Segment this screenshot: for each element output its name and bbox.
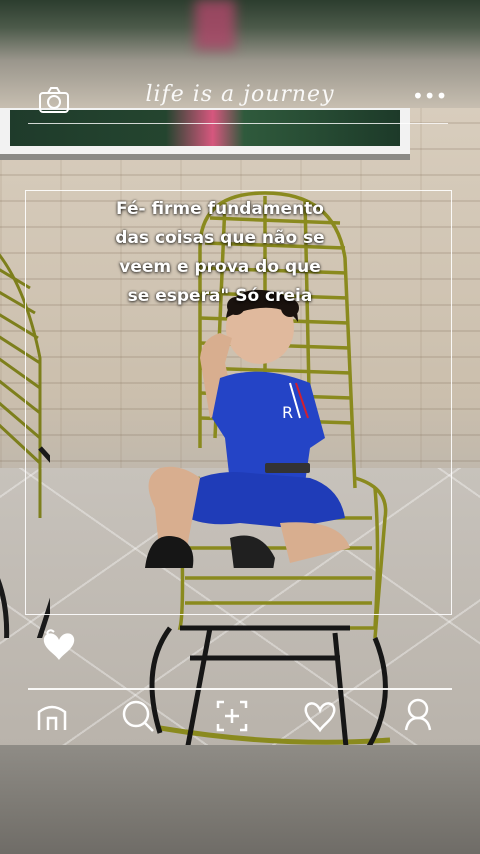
caption-line: veem e prova do que	[119, 257, 321, 277]
profile-icon	[404, 698, 432, 731]
nav-add-post[interactable]	[214, 696, 250, 736]
top-divider	[28, 123, 448, 124]
caption-line: Fé- firme fundamento	[116, 199, 324, 219]
camera-icon	[39, 87, 69, 113]
caption-line: das coisas que não se	[115, 228, 325, 248]
screen: R life is a journey ••• Fé- firme fundam…	[0, 0, 480, 854]
nav-search[interactable]	[120, 696, 156, 736]
more-dots-icon: •••	[412, 84, 448, 108]
nav-profile[interactable]	[400, 696, 436, 736]
nav-home[interactable]	[34, 696, 70, 736]
nav-activity[interactable]	[302, 696, 338, 736]
camera-button[interactable]	[38, 86, 70, 114]
bottom-divider	[28, 688, 452, 690]
top-bar: life is a journey •••	[0, 80, 480, 124]
home-icon	[37, 705, 67, 730]
post-caption: Fé- firme fundamento das coisas que não …	[100, 195, 340, 311]
add-post-icon	[216, 700, 248, 732]
heart-icon	[304, 702, 336, 733]
caption-line: se espera" Só creia	[127, 286, 313, 306]
bottom-navigation	[0, 696, 480, 740]
like-button[interactable]	[40, 626, 78, 666]
heart-icon	[43, 629, 75, 660]
app-title: life is a journey	[145, 82, 335, 107]
more-options-button[interactable]: •••	[412, 86, 447, 110]
blurred-shape	[195, 0, 235, 50]
search-icon	[122, 700, 154, 732]
blurred-background-bottom	[0, 745, 480, 854]
